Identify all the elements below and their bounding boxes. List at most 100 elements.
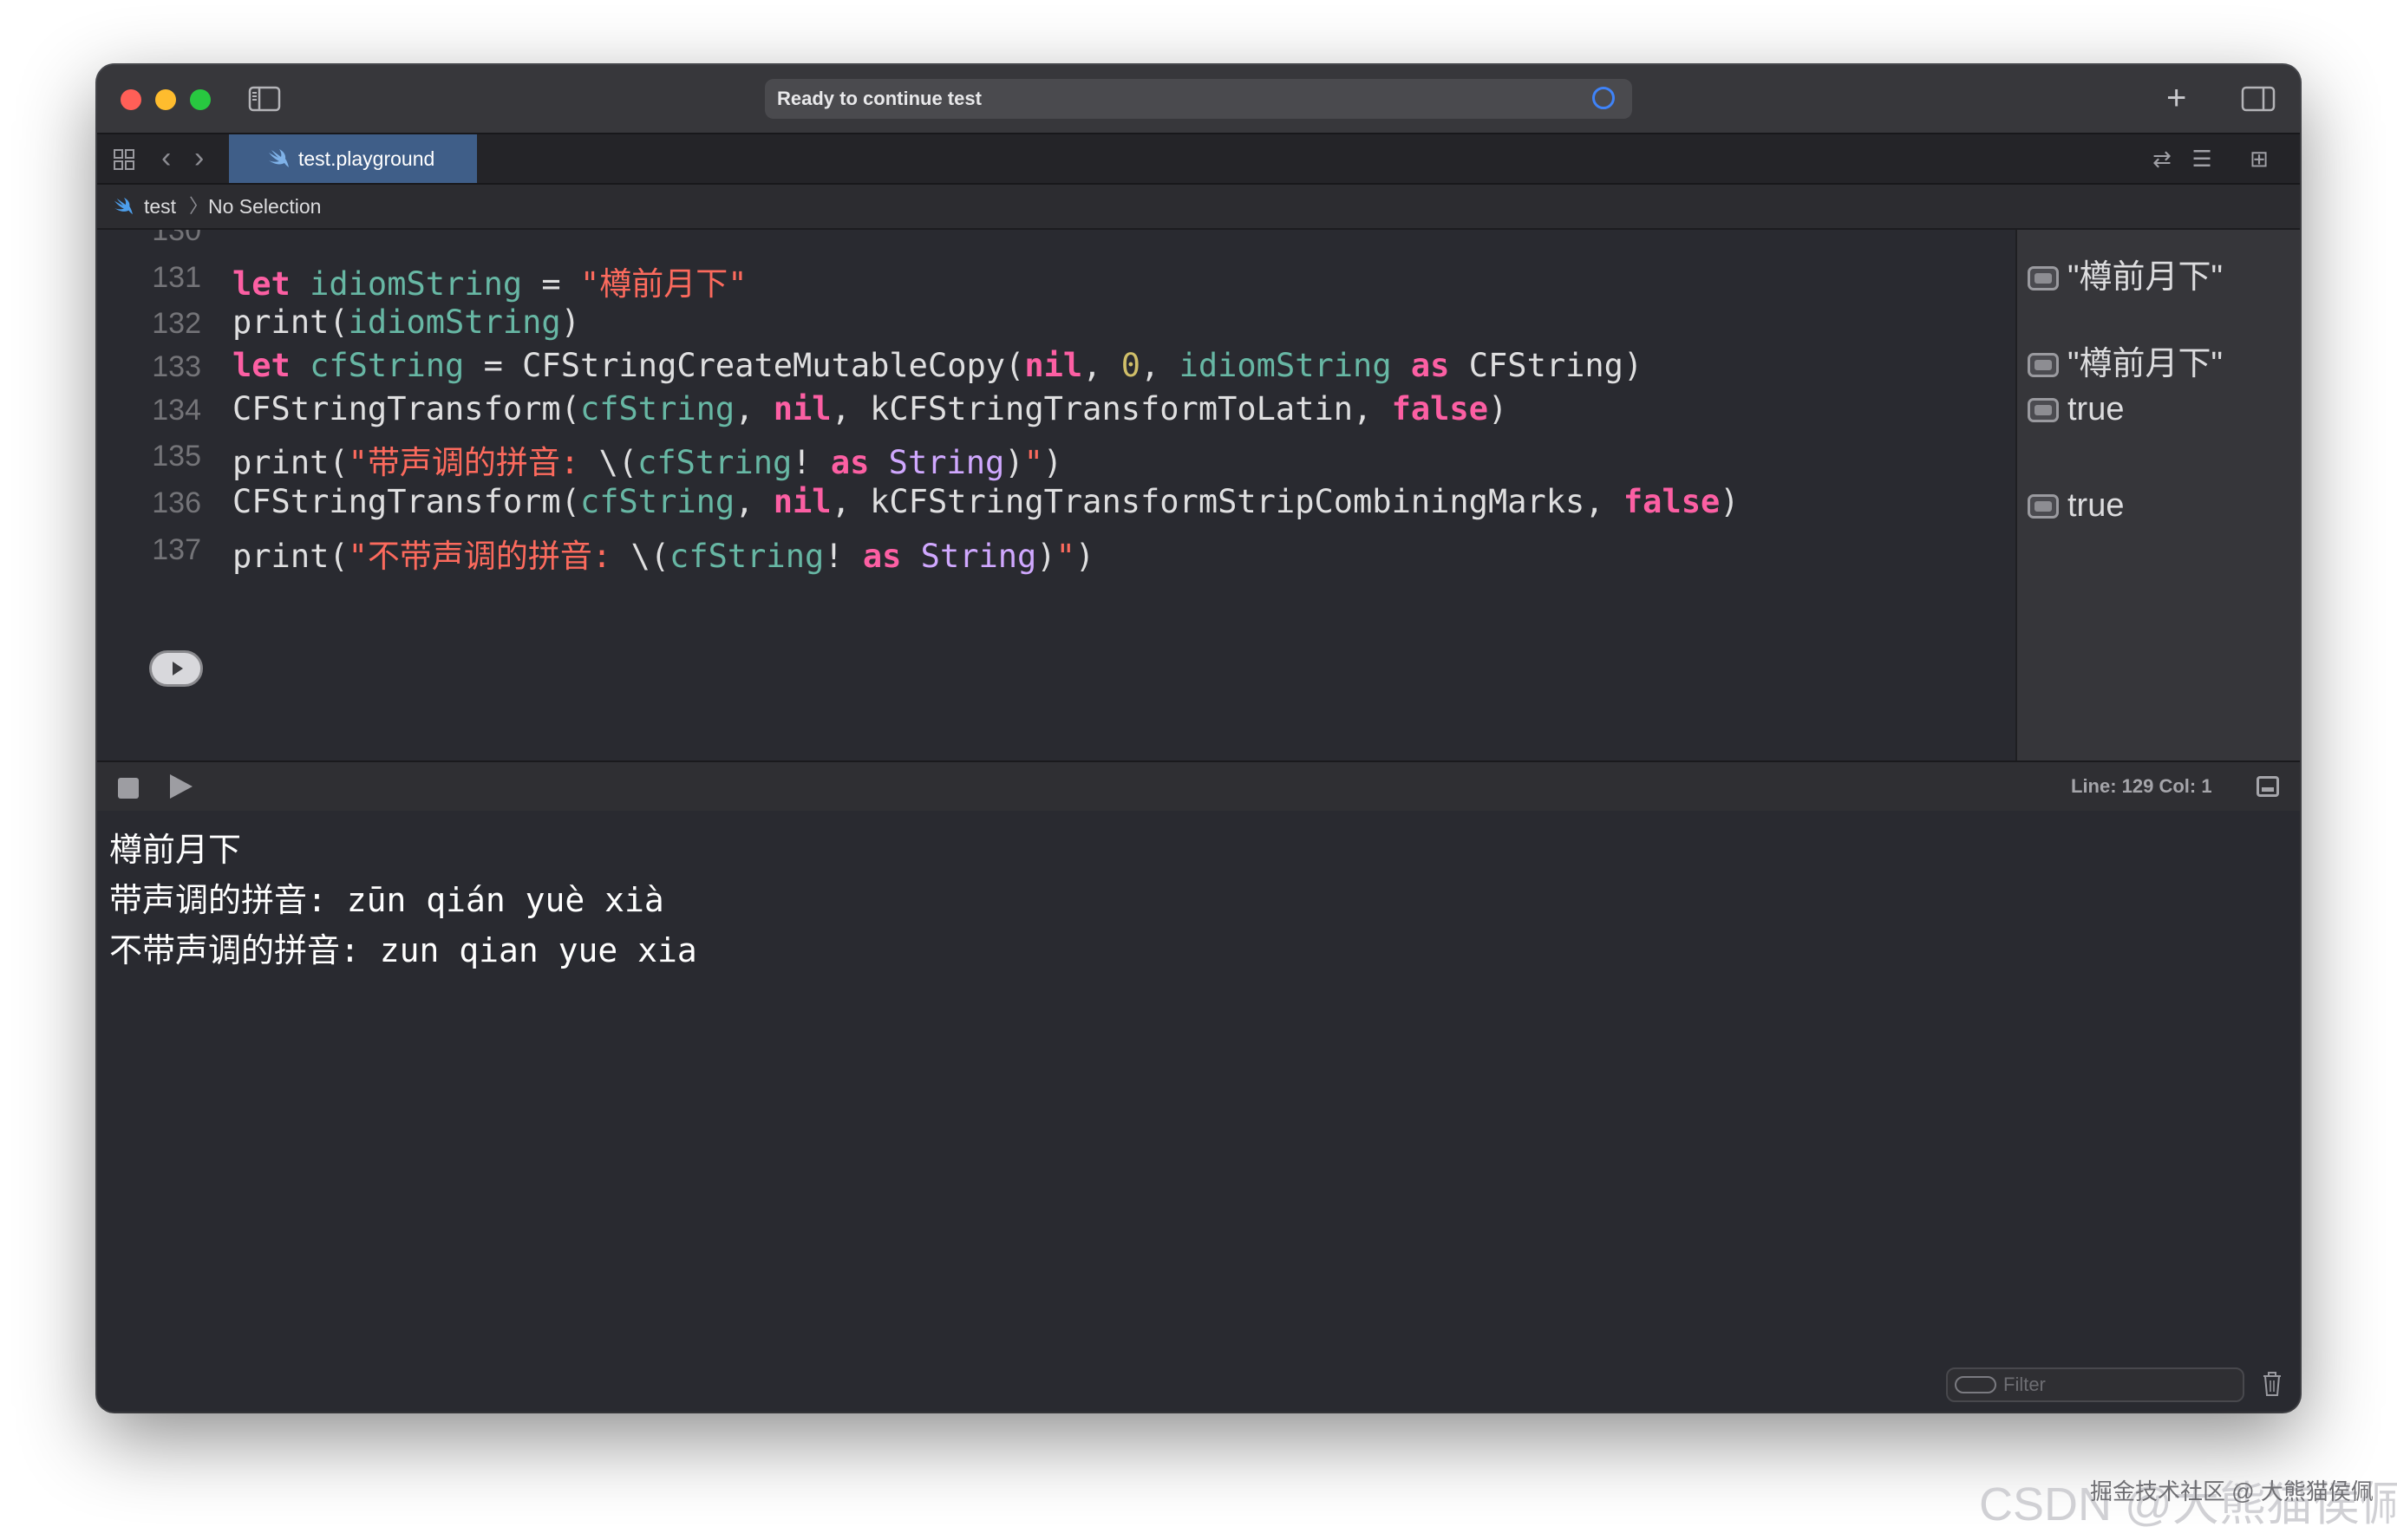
code-line[interactable]: print(idiomString) <box>232 303 580 341</box>
code-token: as <box>1410 347 1450 384</box>
code-token: idiomString <box>348 303 561 341</box>
code-token: CFString) <box>1449 347 1643 384</box>
code-line[interactable]: CFStringTransform(cfString, nil, kCFStri… <box>232 390 1507 427</box>
activity-status-text: Ready to continue test <box>777 88 982 109</box>
line-number: 137 <box>152 533 201 566</box>
code-token: , <box>735 390 774 427</box>
result-value: "樽前月下" <box>2067 259 2223 296</box>
swift-icon <box>269 149 289 167</box>
code-token: idiomString <box>1179 347 1392 384</box>
code-line[interactable]: let idiomString = "樽前月下" <box>232 258 748 304</box>
line-number: 136 <box>152 486 201 519</box>
line-number: 130 <box>152 230 201 247</box>
code-line[interactable]: print("不带声调的拼音: \(cfString! as String)") <box>232 530 1094 577</box>
console-output-line: 樽前月下 <box>109 831 242 869</box>
swap-icon[interactable]: ⇄ <box>2147 143 2177 174</box>
quick-look-icon[interactable] <box>2028 353 2059 377</box>
code-token: print( <box>232 538 349 575</box>
line-number: 131 <box>152 261 201 294</box>
code-token: , <box>1082 347 1121 384</box>
code-token: CFStringTransform( <box>232 483 580 520</box>
title-bar: Ready to continue test + <box>97 65 2300 134</box>
code-token: ) <box>1004 444 1024 481</box>
code-token: false <box>1391 390 1488 427</box>
run-playground-button[interactable] <box>149 650 203 687</box>
result-value: true <box>2067 487 2125 524</box>
play-icon <box>173 662 183 675</box>
add-editor-icon[interactable]: ⊞ <box>2244 143 2274 174</box>
filter-placeholder: Filter <box>2003 1374 2046 1395</box>
play-icon[interactable] <box>170 774 193 799</box>
minimize-window-button[interactable] <box>155 89 176 110</box>
tab-label: test.playground <box>298 147 435 170</box>
filter-icon[interactable] <box>1955 1376 1996 1393</box>
code-line[interactable]: print("带声调的拼音: \(cfString! as String)") <box>232 436 1062 483</box>
code-token: String <box>888 444 1005 481</box>
console-area[interactable]: 樽前月下带声调的拼音: zūn qián yuè xià 不带声调的拼音: zun… <box>97 811 2300 1412</box>
code-editor[interactable]: 130 131 let idiomString = "樽前月下" 132 print(… <box>97 230 2015 760</box>
chevron-right-icon[interactable]: › <box>194 143 204 173</box>
console-filter-field[interactable]: Filter <box>1946 1367 2244 1402</box>
zoom-window-button[interactable] <box>190 89 211 110</box>
line-number: 132 <box>152 307 201 340</box>
code-line[interactable]: CFStringTransform(cfString, nil, kCFStri… <box>232 483 1740 520</box>
result-value: true <box>2067 391 2125 427</box>
console-output-line: 带声调的拼音: zūn qián yuè xià <box>109 881 664 919</box>
line-number: 133 <box>152 350 201 383</box>
code-token: , kCFStringTransformStripCombiningMarks, <box>831 483 1623 520</box>
editor-tools: ⇄ ☰ ⊞ <box>2147 143 2286 174</box>
quick-look-icon[interactable] <box>2028 266 2059 290</box>
chevron-left-icon[interactable]: ‹ <box>161 143 171 173</box>
code-token: , <box>735 483 774 520</box>
trash-icon[interactable] <box>2262 1371 2283 1397</box>
code-token: 0 <box>1120 347 1141 384</box>
inspector-toggle-icon[interactable] <box>2241 86 2276 112</box>
breadcrumb: test 〉 No Selection <box>97 185 2300 230</box>
code-token: idiomString <box>310 265 523 303</box>
code-token: ! <box>792 444 831 481</box>
add-icon[interactable]: + <box>2166 79 2186 117</box>
activity-viewer: Ready to continue test <box>765 79 1632 119</box>
code-line[interactable]: let cfString = CFStringCreateMutableCopy… <box>232 347 1643 384</box>
code-token: cfString <box>669 538 825 575</box>
watermark-juejin: 掘金技术社区 @ 大熊猫侯佩 <box>2090 1478 2374 1504</box>
code-token: , <box>1140 347 1179 384</box>
code-token: ) <box>1074 538 1095 575</box>
code-token: ) <box>1042 444 1063 481</box>
breadcrumb-selection[interactable]: No Selection <box>208 185 321 228</box>
results-sidebar: "樽前月下" "樽前月下" true true <box>2015 230 2300 760</box>
stop-icon[interactable] <box>118 778 139 799</box>
code-token: \( <box>598 444 638 481</box>
code-token: "樽前月下" <box>579 265 748 303</box>
console-toggle-icon[interactable] <box>2257 776 2279 797</box>
sidebar-toggle-icon[interactable] <box>248 86 281 112</box>
grid-icon[interactable] <box>113 148 135 171</box>
code-token: CFStringTransform( <box>232 390 580 427</box>
xcode-window: Ready to continue test + ‹ › test.playgr… <box>97 65 2300 1412</box>
spinner-icon <box>1592 87 1615 109</box>
line-number: 134 <box>152 394 201 427</box>
adjust-icon[interactable]: ☰ <box>2187 143 2217 174</box>
console-output-line: 不带声调的拼音: zun qian yue xia <box>109 931 697 969</box>
code-token: let <box>232 347 291 384</box>
code-token: nil <box>1024 347 1083 384</box>
result-value: "樽前月下" <box>2067 346 2223 382</box>
code-token: let <box>232 265 291 303</box>
code-token: ) <box>560 303 580 341</box>
code-token: ) <box>1036 538 1056 575</box>
tab-bar: ‹ › test.playground ⇄ ☰ ⊞ <box>97 134 2300 185</box>
tab-test-playground[interactable]: test.playground <box>229 134 477 183</box>
code-token: nil <box>773 390 832 427</box>
quick-look-icon[interactable] <box>2028 494 2059 519</box>
code-token: cfString <box>310 347 465 384</box>
code-token: \( <box>630 538 670 575</box>
code-token: String <box>920 538 1037 575</box>
code-token: " <box>1055 538 1075 575</box>
quick-look-icon[interactable] <box>2028 398 2059 422</box>
code-token: , kCFStringTransformToLatin, <box>831 390 1392 427</box>
code-token: " <box>1023 444 1043 481</box>
breadcrumb-project[interactable]: test <box>144 185 176 228</box>
close-window-button[interactable] <box>121 89 141 110</box>
